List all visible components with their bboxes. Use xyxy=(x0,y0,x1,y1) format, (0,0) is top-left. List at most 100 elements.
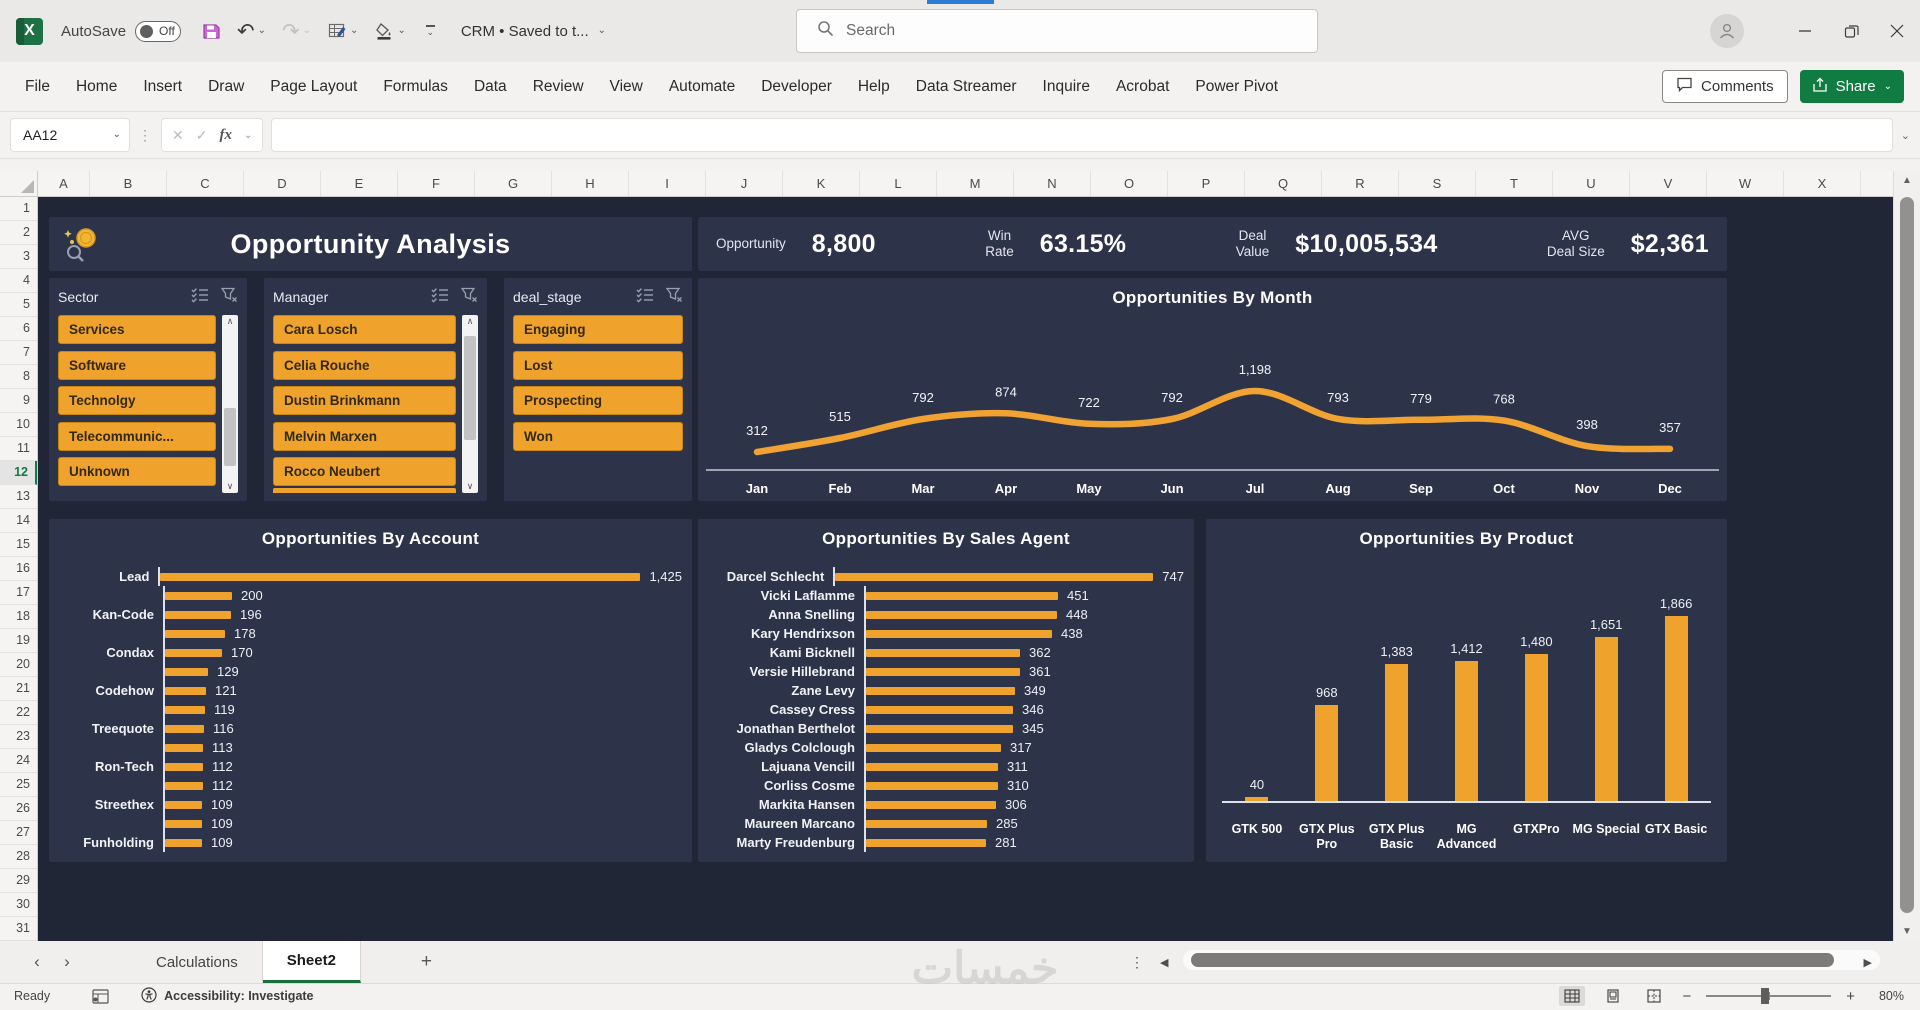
name-box[interactable]: AA12 ⌄ xyxy=(10,118,130,152)
scroll-up-icon[interactable]: ▲ xyxy=(1894,175,1920,186)
slicer-scroll-down-icon[interactable]: ∨ xyxy=(222,481,238,492)
slicer-item-prospecting[interactable]: Prospecting xyxy=(513,386,683,415)
ribbon-tab-acrobat[interactable]: Acrobat xyxy=(1103,78,1182,96)
tabstrip-handle-icon[interactable]: ⋮ xyxy=(1130,954,1144,971)
slicer-item-lost[interactable]: Lost xyxy=(513,350,683,380)
ribbon-tab-power-pivot[interactable]: Power Pivot xyxy=(1182,78,1291,96)
insert-function-button[interactable]: fx xyxy=(219,127,232,144)
column-header-P[interactable]: P xyxy=(1168,171,1245,196)
expand-formula-bar-icon[interactable]: ⌄ xyxy=(1901,129,1910,142)
row-header-21[interactable]: 21 xyxy=(0,677,37,701)
chart-opportunities-by-account[interactable]: Opportunities By Account Lead 1,425 200 Kan… xyxy=(49,519,692,862)
fx-dropdown-icon[interactable]: ⌄ xyxy=(244,130,252,141)
row-header-3[interactable]: 3 xyxy=(0,245,37,269)
chart-opportunities-by-product[interactable]: Opportunities By Product 40 968 1,383 1,412… xyxy=(1206,519,1727,862)
column-header-J[interactable]: J xyxy=(706,171,783,196)
horizontal-scrollbar-thumb[interactable] xyxy=(1191,953,1834,967)
enter-icon[interactable]: ✓ xyxy=(196,127,208,144)
ribbon-tab-draw[interactable]: Draw xyxy=(195,78,257,96)
scroll-down-icon[interactable]: ▼ xyxy=(1894,926,1920,937)
cancel-icon[interactable]: ✕ xyxy=(172,127,184,144)
search-input[interactable]: Search xyxy=(796,9,1318,53)
row-header-16[interactable]: 16 xyxy=(0,557,37,581)
autosave-toggle[interactable]: Off xyxy=(135,20,182,42)
row-header-8[interactable]: 8 xyxy=(0,365,37,389)
normal-view-button[interactable] xyxy=(1559,986,1586,1006)
column-header-X[interactable]: X xyxy=(1784,171,1861,196)
ribbon-tab-data-streamer[interactable]: Data Streamer xyxy=(903,78,1030,96)
slicer-item-engaging[interactable]: Engaging xyxy=(513,315,683,344)
add-sheet-button[interactable]: + xyxy=(421,951,432,973)
account-avatar[interactable] xyxy=(1710,14,1744,48)
ribbon-tab-file[interactable]: File xyxy=(12,78,63,96)
horizontal-scrollbar[interactable] xyxy=(1183,950,1880,970)
row-header-31[interactable]: 31 xyxy=(0,917,37,941)
minimize-button[interactable] xyxy=(1782,0,1828,62)
row-header-26[interactable]: 26 xyxy=(0,797,37,821)
zoom-level[interactable]: 80% xyxy=(1870,989,1904,1003)
slicer-item-software[interactable]: Software xyxy=(58,350,216,380)
next-sheet-icon[interactable]: › xyxy=(52,952,82,972)
row-header-22[interactable]: 22 xyxy=(0,701,37,725)
dashboard-title-panel[interactable]: Opportunity Analysis xyxy=(49,217,692,271)
row-header-29[interactable]: 29 xyxy=(0,869,37,893)
slicer-scroll-up-icon[interactable]: ∧ xyxy=(222,316,238,327)
slicer-sector[interactable]: Sector Services Software Technolgy Telecommu… xyxy=(49,278,247,501)
multi-select-icon[interactable] xyxy=(636,287,654,308)
name-box-dropdown-icon[interactable]: ⌄ xyxy=(113,130,121,140)
column-header-H[interactable]: H xyxy=(552,171,629,196)
row-header-6[interactable]: 6 xyxy=(0,317,37,341)
zoom-out-button[interactable]: − xyxy=(1682,988,1691,1005)
slicer-item-dustin-brinkmann[interactable]: Dustin Brinkmann xyxy=(273,386,456,415)
formula-input[interactable] xyxy=(271,118,1893,152)
row-header-27[interactable]: 27 xyxy=(0,821,37,845)
column-header-W[interactable]: W xyxy=(1707,171,1784,196)
ribbon-tab-automate[interactable]: Automate xyxy=(656,78,748,96)
row-header-28[interactable]: 28 xyxy=(0,845,37,869)
row-header-25[interactable]: 25 xyxy=(0,773,37,797)
restore-button[interactable] xyxy=(1828,0,1874,62)
ribbon-tab-home[interactable]: Home xyxy=(63,78,130,96)
column-header-L[interactable]: L xyxy=(860,171,937,196)
zoom-in-button[interactable]: + xyxy=(1846,988,1855,1005)
slicer-scrollbar-thumb[interactable] xyxy=(224,407,236,467)
row-header-7[interactable]: 7 xyxy=(0,341,37,365)
prev-sheet-icon[interactable]: ‹ xyxy=(22,952,52,972)
clear-filter-icon[interactable] xyxy=(220,287,238,308)
column-header-M[interactable]: M xyxy=(937,171,1014,196)
column-header-S[interactable]: S xyxy=(1399,171,1476,196)
row-header-4[interactable]: 4 xyxy=(0,269,37,293)
chart-opportunities-by-month[interactable]: Opportunities By Month 312 Jan 515 Feb 792 Ma… xyxy=(698,278,1727,501)
row-header-9[interactable]: 9 xyxy=(0,389,37,413)
excel-app-icon[interactable]: X xyxy=(16,17,43,45)
slicer-item-partial[interactable] xyxy=(273,488,456,493)
row-header-5[interactable]: 5 xyxy=(0,293,37,317)
slicer-item-telecommunic[interactable]: Telecommunic... xyxy=(58,421,216,451)
column-header-I[interactable]: I xyxy=(629,171,706,196)
slicer-item-unknown[interactable]: Unknown xyxy=(58,457,216,486)
kpi-panel[interactable]: Opportunity 8,800 Win Rate 63.15% Deal Value… xyxy=(698,217,1727,271)
ribbon-tab-insert[interactable]: Insert xyxy=(130,78,195,96)
row-header-12[interactable]: 12 xyxy=(0,461,37,485)
slicer-scrollbar[interactable]: ∧ ∨ xyxy=(462,315,478,493)
ribbon-tab-view[interactable]: View xyxy=(597,78,656,96)
column-header-K[interactable]: K xyxy=(783,171,860,196)
multi-select-icon[interactable] xyxy=(191,287,209,308)
row-header-23[interactable]: 23 xyxy=(0,725,37,749)
row-header-1[interactable]: 1 xyxy=(0,197,37,221)
column-header-B[interactable]: B xyxy=(90,171,167,196)
row-header-20[interactable]: 20 xyxy=(0,653,37,677)
zoom-slider[interactable] xyxy=(1706,988,1832,1004)
ribbon-tab-data[interactable]: Data xyxy=(461,78,520,96)
fill-color-button[interactable]: ⌄ xyxy=(374,21,406,41)
hscroll-left-icon[interactable]: ◀ xyxy=(1160,956,1168,969)
column-header-A[interactable]: A xyxy=(38,171,90,196)
slicer-item-melvin-marxen[interactable]: Melvin Marxen xyxy=(273,421,456,451)
row-header-10[interactable]: 10 xyxy=(0,413,37,437)
clear-filter-icon[interactable] xyxy=(460,287,478,308)
accessibility-status[interactable]: Accessibility: Investigate xyxy=(141,986,314,1006)
sheet-tab-sheet2[interactable]: Sheet2 xyxy=(262,941,361,983)
column-header-N[interactable]: N xyxy=(1014,171,1091,196)
document-title[interactable]: CRM • Saved to t... ⌄ xyxy=(461,23,606,40)
ribbon-tab-formulas[interactable]: Formulas xyxy=(370,78,461,96)
